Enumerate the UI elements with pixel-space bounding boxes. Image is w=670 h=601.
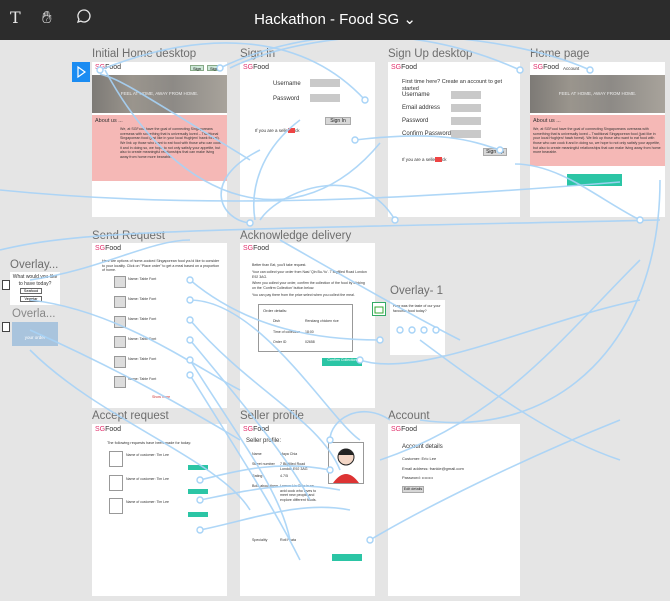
brand-logo: SGFood (243, 64, 270, 71)
play-prototype-button[interactable] (72, 62, 90, 82)
sign-up-button[interactable]: Sign Up (483, 148, 507, 156)
food-thumbnail (114, 296, 126, 308)
food-thumbnail (114, 376, 126, 388)
accept-button[interactable] (188, 489, 208, 494)
username-field[interactable] (451, 91, 481, 99)
brand-logo: SGFood (95, 245, 122, 252)
password-field[interactable] (310, 94, 340, 102)
frame-sign-up[interactable]: SGFood First time here? Create an accoun… (388, 62, 520, 217)
overlay-1-icon (372, 302, 386, 316)
frame-seller-profile[interactable]: SGFood Seller profile: Name Maya Chia St… (240, 424, 375, 596)
frame-label-home-page: Home page (530, 48, 590, 60)
frame-label-overlay-2: Overla... (12, 308, 56, 320)
frame-label-send-request: Send Request (92, 230, 165, 242)
accept-button[interactable] (188, 465, 208, 470)
frame-label-accept-request: Accept request (92, 410, 169, 422)
frame-label-initial-home: Initial Home desktop (92, 48, 197, 60)
vegetarian-option[interactable]: Vegetar (20, 296, 42, 302)
order-details-box: Order details: Dish Rendang chicken rice… (258, 304, 353, 352)
frame-label-account: Account (388, 410, 430, 422)
document-title[interactable]: Hackathon - Food SG ⌄ (0, 10, 670, 28)
customer-avatar (109, 498, 123, 514)
brand-logo: SGFood (95, 426, 122, 433)
frame-home-page[interactable]: SGFood Account FEEL AT HOME, AWAY FROM H… (530, 62, 665, 217)
food-thumbnail (114, 356, 126, 368)
brand-logo: SGFood (243, 426, 270, 433)
prototype-canvas[interactable]: Initial Home desktop SGFood Sign Sign FE… (0, 40, 670, 601)
brand-logo: SGFood (95, 64, 122, 71)
sign-in-nav-button[interactable]: Sign (190, 65, 204, 71)
frame-label-seller-profile: Seller profile (240, 410, 304, 422)
hero-banner: FEEL AT HOME, AWAY FROM HOME. (530, 75, 665, 113)
confirm-collection-button[interactable]: Confirm Collection (322, 358, 362, 366)
frame-overlay-2[interactable]: your order (12, 322, 58, 346)
edit-details-button[interactable]: Edit details (402, 486, 424, 493)
brand-logo: SGFood (243, 245, 270, 252)
seller-link[interactable] (288, 128, 295, 133)
frame-label-acknowledge: Acknowledge delivery (240, 230, 352, 242)
sign-in-button[interactable]: Sign In (325, 117, 351, 125)
confirm-password-field[interactable] (451, 130, 481, 138)
email-field[interactable] (451, 104, 481, 112)
frame-label-overlay-1: Overlay- 1 (390, 285, 444, 297)
accept-button[interactable] (188, 512, 208, 517)
brand-logo: SGFood (391, 64, 418, 71)
about-section: About us ... We, at SGFood have the goal… (92, 115, 227, 181)
customer-avatar (109, 475, 123, 491)
food-thumbnail (114, 276, 126, 288)
frame-acknowledge-delivery[interactable]: SGFood Better than Eat, you'll take requ… (240, 243, 375, 408)
request-seller-button[interactable] (332, 554, 362, 561)
seller-link[interactable] (435, 157, 442, 162)
frame-label-sign-up: Sign Up desktop (388, 48, 473, 60)
frame-sign-in[interactable]: SGFood Username Password Sign In If you … (240, 62, 375, 217)
overlay-icon (2, 280, 10, 290)
show-more-link[interactable]: Show more (152, 395, 170, 400)
brand-logo: SGFood (391, 426, 418, 433)
frame-initial-home[interactable]: SGFood Sign Sign FEEL AT HOME, AWAY FROM… (92, 62, 227, 217)
frame-label-sign-in: Sign in (240, 48, 276, 60)
food-thumbnail (114, 316, 126, 328)
about-section: About us ... We, at SGFood have the goal… (530, 115, 665, 166)
hero-banner: FEEL AT HOME, AWAY FROM HOME. (92, 75, 227, 113)
brand-logo: SGFood (533, 64, 560, 71)
account-link[interactable]: Account (563, 66, 579, 72)
seller-avatar (328, 442, 364, 484)
customer-avatar (109, 451, 123, 467)
frame-overlay[interactable]: What would you like to have today? Seafo… (10, 272, 60, 305)
food-thumbnail (114, 336, 126, 348)
username-field[interactable] (310, 79, 340, 87)
top-toolbar: T ✋︎ Hackathon - Food SG ⌄ (0, 0, 670, 40)
seafood-option[interactable]: Seafood (20, 288, 42, 294)
frame-send-request[interactable]: SGFood Here are options of home-cooked S… (92, 243, 227, 408)
frame-label-overlay: Overlay... (10, 259, 59, 271)
password-field[interactable] (451, 117, 481, 125)
overlay-icon (2, 322, 10, 332)
frame-account[interactable]: SGFood Account details Customer: Eric Le… (388, 424, 520, 596)
chevron-down-icon[interactable]: ⌄ (403, 11, 416, 28)
frame-overlay-1[interactable]: How was the taste of our your favourite … (390, 300, 445, 355)
order-food-button[interactable] (567, 174, 622, 186)
frame-accept-request[interactable]: SGFood The following requests have been … (92, 424, 227, 596)
sign-up-nav-button[interactable]: Sign (207, 65, 221, 71)
